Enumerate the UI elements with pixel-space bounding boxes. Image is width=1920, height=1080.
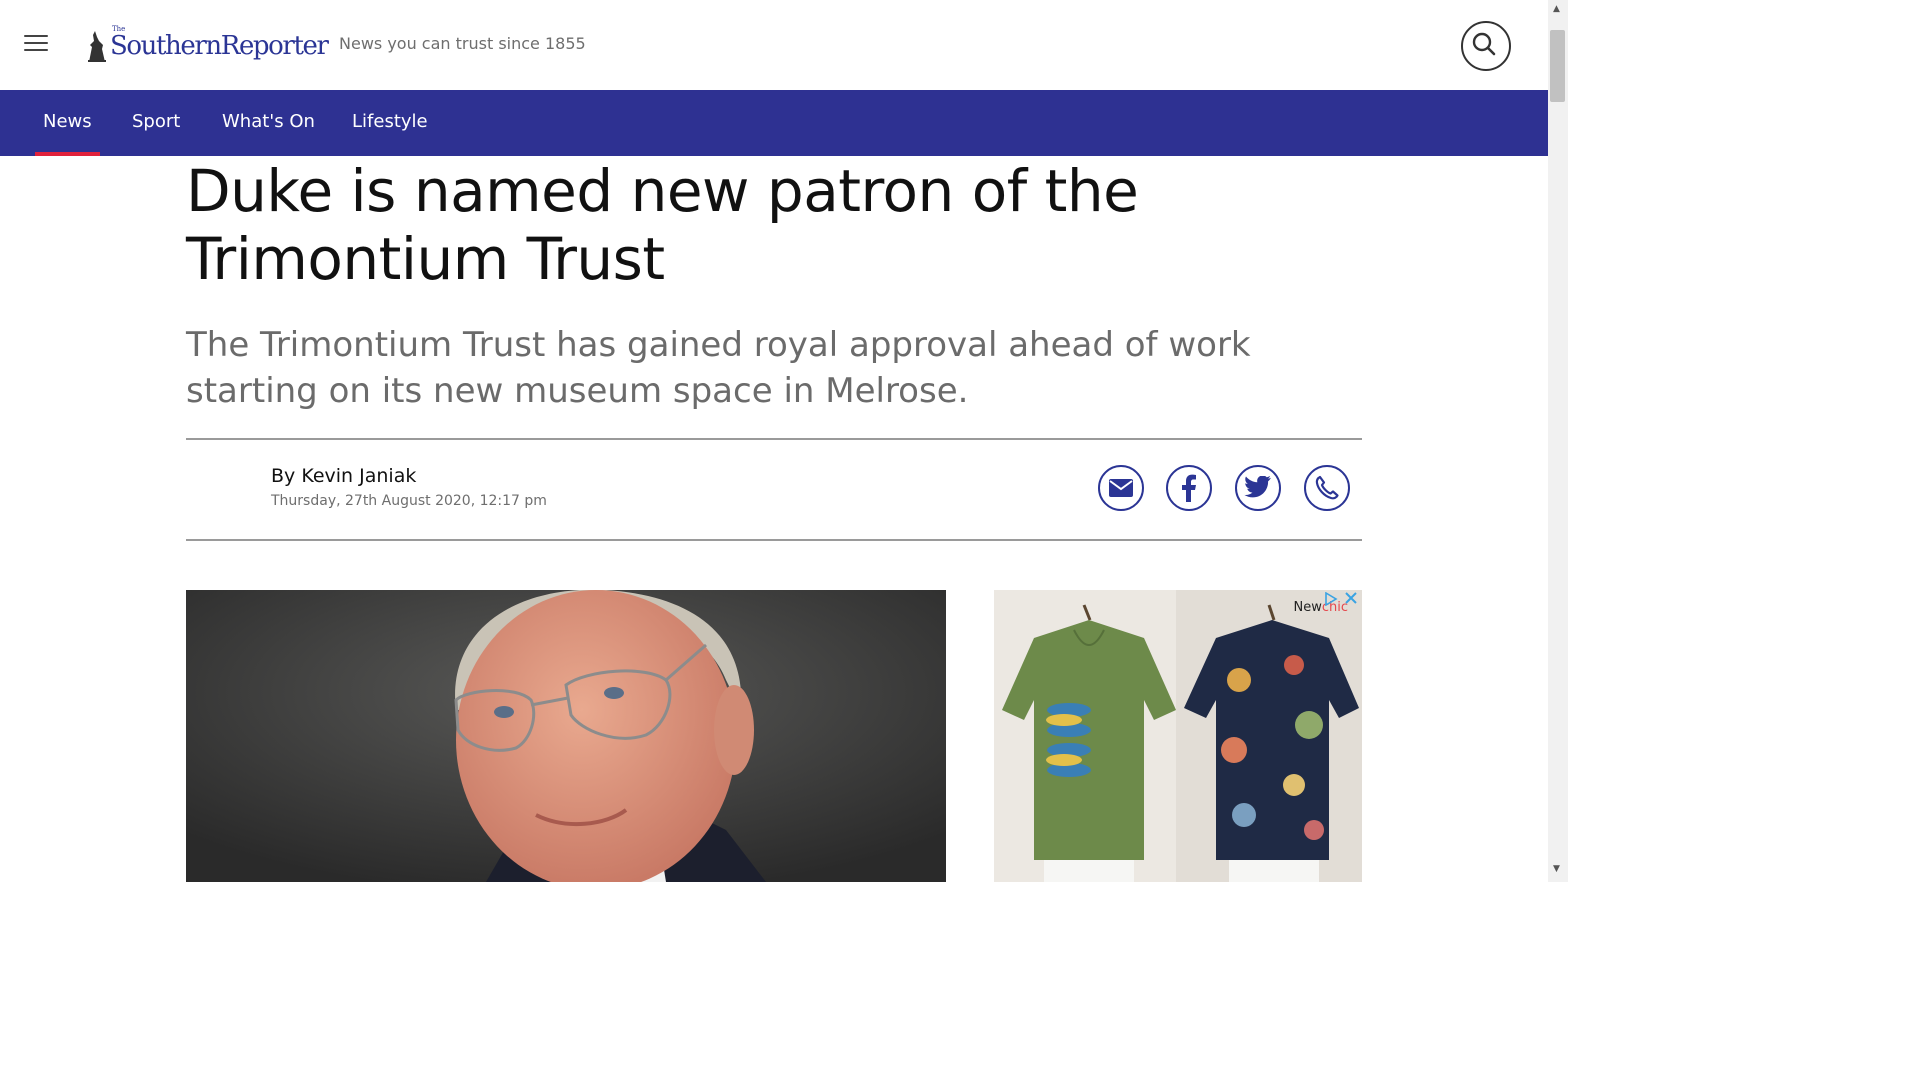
close-icon[interactable]	[1344, 591, 1358, 605]
article-standfirst: The Trimontium Trust has gained royal ap…	[186, 325, 1251, 411]
main-nav: News Sport What's On Lifestyle	[0, 90, 1548, 156]
scroll-down-arrow-icon[interactable]: ▼	[1553, 864, 1560, 874]
ad-choices-icon[interactable]	[1324, 592, 1338, 606]
ad-image	[994, 590, 1362, 882]
share-whatsapp-button[interactable]	[1304, 465, 1350, 511]
author-byline[interactable]: By Kevin Janiak	[271, 465, 416, 487]
article-headline: Duke is named new patron of the Trimonti…	[186, 157, 1139, 293]
nav-item-lifestyle[interactable]: Lifestyle	[352, 90, 428, 156]
menu-icon[interactable]	[24, 35, 48, 55]
ad-brand-part-a: New	[1293, 600, 1322, 615]
logo-text: SouthernReporter	[110, 31, 329, 61]
tagline: News you can trust since 1855	[339, 34, 586, 53]
nav-item-whats-on[interactable]: What's On	[222, 90, 315, 156]
search-icon	[1472, 32, 1496, 56]
advertisement[interactable]: Newchic	[994, 590, 1362, 882]
site-logo[interactable]: The SouthernReporter	[86, 25, 329, 66]
publish-date: Thursday, 27th August 2020, 12:17 pm	[271, 493, 547, 509]
nav-item-news[interactable]: News	[35, 90, 100, 156]
ad-brand-label: Newchic	[1293, 600, 1348, 615]
divider	[186, 438, 1362, 440]
logo-emblem-icon	[88, 31, 106, 62]
portrait-image	[186, 590, 946, 882]
site-header: The SouthernReporter News you can trust …	[0, 0, 1548, 90]
email-icon	[1109, 479, 1133, 497]
share-email-button[interactable]	[1098, 465, 1144, 511]
search-button[interactable]	[1461, 21, 1511, 71]
nav-item-sport[interactable]: Sport	[132, 90, 180, 156]
share-twitter-button[interactable]	[1235, 465, 1281, 511]
whatsapp-icon	[1315, 475, 1339, 500]
scrollbar-thumb[interactable]	[1550, 30, 1565, 102]
scroll-up-arrow-icon[interactable]: ▲	[1553, 4, 1560, 14]
divider	[186, 539, 1362, 541]
twitter-icon	[1244, 476, 1271, 498]
logo-small-text: The	[112, 25, 126, 33]
share-facebook-button[interactable]	[1166, 465, 1212, 511]
article-photo[interactable]	[186, 590, 946, 882]
scrollbar[interactable]: ▲ ▼	[1548, 0, 1568, 882]
facebook-icon	[1182, 474, 1196, 502]
